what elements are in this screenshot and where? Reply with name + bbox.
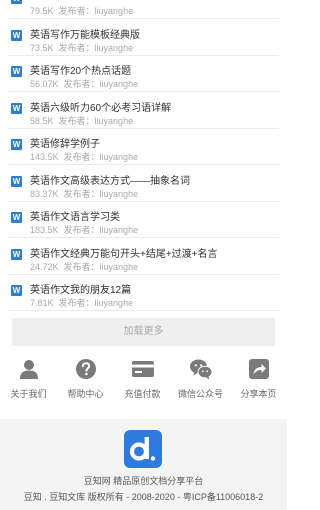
publisher-name: liuyanghe bbox=[99, 225, 139, 235]
doc-size: 83.37K bbox=[30, 188, 59, 199]
doc-size: 58.5K bbox=[30, 115, 54, 126]
word-doc-icon: W bbox=[11, 66, 22, 77]
doc-size: 7.81K bbox=[30, 298, 54, 308]
doc-meta: 24.72K 发布者：liuyanghe bbox=[30, 260, 138, 273]
nav-label: 关于我们 bbox=[10, 389, 47, 399]
doc-meta: 7.81K 发布者：liuyanghe bbox=[30, 296, 133, 309]
doc-list-item[interactable]: W 英语作文语言学习类 183.5K 发布者：liuyanghe bbox=[0, 201, 287, 238]
doc-list-item[interactable]: W 英语写作20个热点话题 56.07K 发布者：liuyanghe bbox=[0, 55, 287, 92]
doc-list-item[interactable]: W 英语作文经典万能句开头+结尾+过渡+名言 24.72K 发布者：liuyanghe bbox=[0, 238, 287, 275]
nav-recharge[interactable]: 充值付款 bbox=[114, 356, 171, 406]
doc-meta: 73.5K 发布者：liuyanghe bbox=[30, 41, 133, 54]
publisher-label: 发布者： bbox=[58, 42, 95, 53]
doc-list-item[interactable]: W 英语六级听力60个必考习语详解 58.5K 发布者：liuyanghe bbox=[0, 92, 287, 129]
publisher-label: 发布者： bbox=[58, 115, 95, 126]
doc-list-item[interactable]: W 英语作文高级表达方式——抽象名词 83.37K 发布者：liuyanghe bbox=[0, 165, 287, 202]
publisher-label: 发布者： bbox=[63, 225, 100, 235]
divider bbox=[8, 310, 279, 311]
doc-title[interactable]: 英语修辞学例子 bbox=[30, 135, 100, 150]
publisher-label: 发布者： bbox=[63, 152, 100, 162]
doc-size: 79.5K bbox=[30, 6, 54, 16]
doc-list-item[interactable]: W 79.5K 发布者：liuyanghe bbox=[0, 0, 287, 19]
word-doc-icon: W bbox=[11, 0, 22, 4]
publisher-name: liuyanghe bbox=[99, 79, 139, 89]
nav-help-center[interactable]: 帮助中心 bbox=[57, 356, 114, 406]
word-doc-icon: W bbox=[11, 102, 22, 114]
bottom-nav: 关于我们 帮助中心 充值付款 微信公众号 分享本页 bbox=[0, 356, 287, 406]
doc-size: 56.07K bbox=[30, 79, 59, 89]
word-doc-icon: W bbox=[11, 29, 22, 41]
publisher-name: liuyanghe bbox=[99, 152, 139, 162]
publisher-label: 发布者： bbox=[63, 79, 100, 89]
share-icon bbox=[248, 359, 269, 379]
doc-title[interactable]: 英语六级听力60个必考习语详解 bbox=[30, 99, 171, 114]
doc-title[interactable]: 英语写作万能模板经典版 bbox=[30, 26, 140, 41]
publisher-label: 发布者： bbox=[58, 6, 95, 16]
doc-list-item[interactable]: W 英语修辞学例子 143.5K 发布者：liuyanghe bbox=[0, 128, 287, 165]
publisher-label: 发布者： bbox=[63, 261, 100, 272]
doc-meta: 83.37K 发布者：liuyanghe bbox=[30, 187, 138, 200]
doc-title[interactable]: 英语作文经典万能句开头+结尾+过渡+名言 bbox=[30, 245, 218, 260]
doc-size: 73.5K bbox=[30, 42, 54, 53]
publisher-name: liuyanghe bbox=[94, 298, 134, 308]
nav-wechat[interactable]: 微信公众号 bbox=[172, 356, 229, 406]
doc-title[interactable]: 英语作文语言学习类 bbox=[30, 208, 120, 223]
nav-label: 微信公众号 bbox=[177, 389, 223, 399]
wechat-icon bbox=[189, 359, 212, 380]
word-doc-icon: W bbox=[11, 175, 22, 187]
footer-copyright: 豆知 . 豆知文库 版权所有 - 2008-2020 - 粤ICP备110060… bbox=[23, 492, 264, 502]
doc-meta: 183.5K 发布者：liuyanghe bbox=[30, 223, 138, 236]
word-doc-icon: W bbox=[11, 212, 22, 223]
doc-meta: 56.07K 发布者：liuyanghe bbox=[30, 77, 138, 90]
nav-share[interactable]: 分享本页 bbox=[230, 356, 287, 406]
word-doc-icon: W bbox=[11, 139, 22, 150]
nav-about-us[interactable]: 关于我们 bbox=[0, 356, 57, 406]
person-icon bbox=[19, 360, 38, 379]
doc-title[interactable]: 英语作文高级表达方式——抽象名词 bbox=[30, 172, 190, 187]
doc-size: 183.5K bbox=[30, 225, 59, 235]
doc-title[interactable]: 英语写作20个热点话题 bbox=[30, 62, 131, 77]
load-more-button[interactable]: 加载更多 bbox=[12, 318, 275, 346]
doc-size: 143.5K bbox=[30, 152, 59, 162]
publisher-name: liuyanghe bbox=[94, 115, 134, 126]
doc-meta: 143.5K 发布者：liuyanghe bbox=[30, 150, 138, 163]
doc-size: 24.72K bbox=[30, 261, 59, 272]
publisher-name: liuyanghe bbox=[99, 261, 139, 272]
logo-d-icon bbox=[129, 437, 156, 461]
publisher-name: liuyanghe bbox=[94, 42, 134, 53]
publisher-label: 发布者： bbox=[63, 188, 100, 199]
question-icon bbox=[75, 359, 96, 379]
doc-list-item[interactable]: W 英语作文我的朋友12篇 7.81K 发布者：liuyanghe bbox=[0, 274, 287, 311]
site-logo[interactable] bbox=[124, 430, 162, 468]
word-doc-icon: W bbox=[11, 248, 22, 260]
nav-label: 充值付款 bbox=[124, 389, 161, 399]
publisher-name: liuyanghe bbox=[94, 6, 134, 16]
nav-label: 分享本页 bbox=[240, 389, 277, 399]
doc-meta: 79.5K 发布者：liuyanghe bbox=[30, 4, 133, 17]
word-doc-icon: W bbox=[11, 285, 22, 296]
publisher-name: liuyanghe bbox=[99, 188, 139, 199]
site-footer: 豆知网 精品原创文档分享平台 豆知 . 豆知文库 版权所有 - 2008-202… bbox=[0, 419, 287, 510]
nav-label: 帮助中心 bbox=[67, 389, 104, 399]
doc-title[interactable]: 英语作文我的朋友12篇 bbox=[30, 281, 131, 296]
footer-tagline: 豆知网 精品原创文档分享平台 bbox=[83, 476, 204, 486]
publisher-label: 发布者： bbox=[58, 298, 95, 308]
doc-meta: 58.5K 发布者：liuyanghe bbox=[30, 114, 133, 127]
card-icon bbox=[131, 361, 154, 377]
doc-list-item[interactable]: W 英语写作万能模板经典版 73.5K 发布者：liuyanghe bbox=[0, 19, 287, 56]
